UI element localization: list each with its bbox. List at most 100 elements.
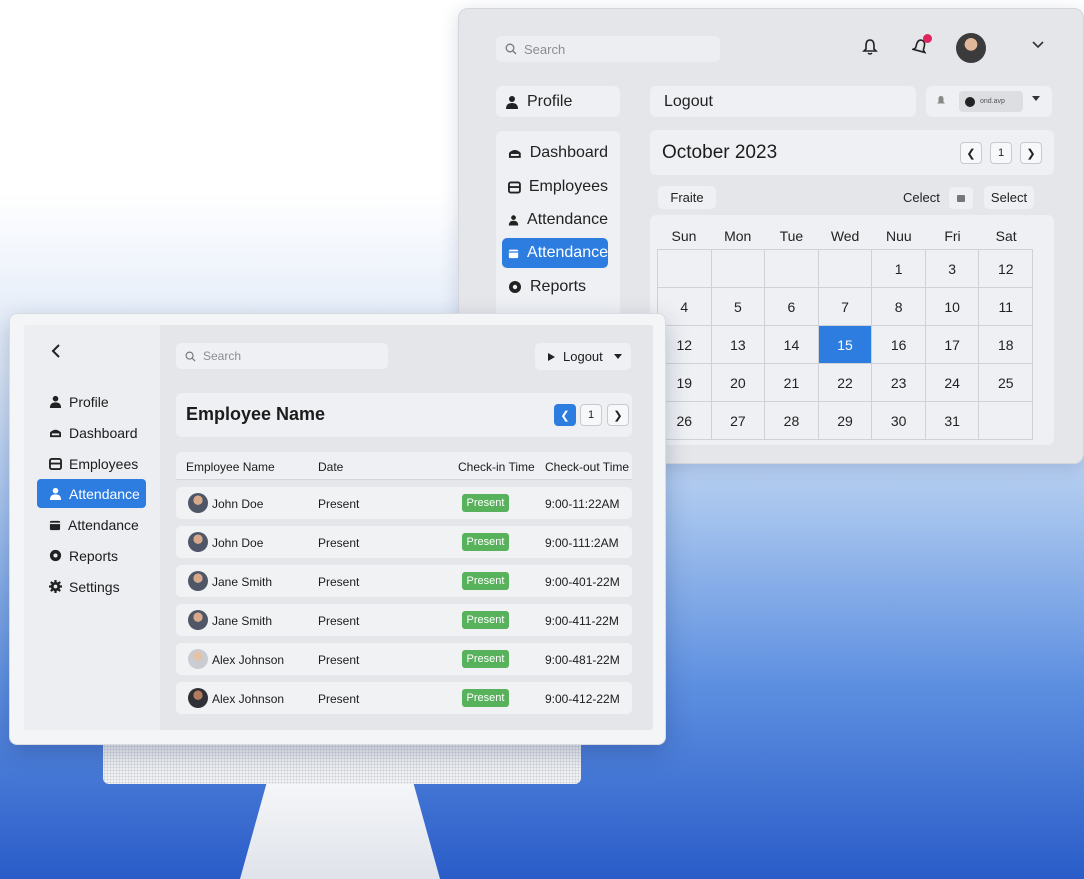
avatar	[188, 649, 208, 669]
prev-page-button[interactable]: ❮	[554, 404, 576, 426]
page-number[interactable]: 1	[580, 404, 602, 426]
sidebar-item-label: Dashboard	[529, 144, 608, 161]
calendar-day[interactable]: 8	[872, 288, 926, 326]
calendar-day[interactable]: 12	[979, 250, 1034, 288]
calendar-day[interactable]: 26	[658, 402, 712, 440]
calendar-day[interactable]: 15	[818, 326, 873, 364]
bell-icon[interactable]	[862, 38, 878, 56]
calendar-day[interactable]: 1	[872, 250, 926, 288]
calendar-day[interactable]: 11	[979, 288, 1034, 326]
user-menu[interactable]: ond.avp	[926, 86, 1052, 117]
calendar-day[interactable]: 16	[872, 326, 926, 364]
weekday-header: Wed	[830, 228, 860, 244]
calendar-day[interactable]: 29	[818, 402, 873, 440]
calendar-day[interactable]: 28	[765, 402, 819, 440]
calendar-day[interactable]: 4	[658, 288, 712, 326]
sidebar-item-profile[interactable]: Profile	[37, 387, 146, 416]
search-input[interactable]: Search	[176, 343, 388, 369]
table-row[interactable]: John Doe Present Present 9:00-11:22AM	[176, 487, 632, 519]
calendar-day[interactable]: 25	[979, 364, 1034, 402]
calendar-day[interactable]: 24	[925, 364, 980, 402]
user-icon	[508, 215, 519, 226]
sidebar-item-reports[interactable]: Reports	[502, 272, 608, 302]
calendar-day[interactable]: 17	[925, 326, 980, 364]
fraite-button[interactable]: Fraite	[658, 186, 716, 209]
calendar-week: 4 5 6 7 8 10 11	[658, 288, 1034, 326]
employee-name: Jane Smith	[212, 575, 273, 589]
table-row[interactable]: Jane Smith Present Present 9:00-411-22M	[176, 604, 632, 636]
date-value: Present	[318, 614, 360, 628]
calendar-day[interactable]: 12	[658, 326, 712, 364]
weekday-header: Mon	[724, 228, 752, 244]
column-header[interactable]: Employee Name	[186, 460, 275, 474]
user-avatar[interactable]	[956, 33, 986, 63]
sidebar-item-label: Employees	[528, 178, 608, 195]
calendar-day[interactable]: 18	[979, 326, 1034, 364]
table-row[interactable]: Jane Smith Present Present 9:00-401-22M	[176, 565, 632, 597]
calendar-empty-cell	[658, 250, 712, 288]
weekday-header: Sun	[671, 228, 697, 244]
table-row[interactable]: Alex Johnson Present Present 9:00-412-22M	[176, 682, 632, 714]
logout-button[interactable]: Logout	[535, 343, 631, 370]
calendar-day[interactable]: 23	[872, 364, 926, 402]
calendar-day[interactable]: 31	[925, 402, 980, 440]
calendar-day[interactable]: 14	[765, 326, 819, 364]
sidebar-item-employees[interactable]: Employees	[37, 449, 146, 478]
employee-name: Jane Smith	[212, 614, 273, 628]
sidebar-item-attendance[interactable]: Attendance	[502, 205, 608, 235]
sidebar-item-dashboard[interactable]: Dashboard	[37, 418, 146, 447]
date-value: Present	[318, 497, 360, 511]
column-header[interactable]: Check-in Time	[458, 460, 535, 474]
calendar-day[interactable]: 10	[925, 288, 980, 326]
profile-button[interactable]: Profile	[496, 86, 620, 117]
calendar-toggle-icon[interactable]	[949, 187, 973, 209]
date-value: Present	[318, 692, 360, 706]
table-header: Employee Name Date Check-in Time Check-o…	[176, 452, 632, 480]
sidebar-item-label: Attendance	[69, 485, 140, 502]
weekday-header: Tue	[779, 228, 804, 244]
calendar-day[interactable]: 7	[818, 288, 873, 326]
sidebar-item-label: Dashboard	[69, 424, 138, 441]
calendar-empty-cell	[711, 250, 766, 288]
calendar-day[interactable]: 3	[925, 250, 980, 288]
prev-month-button[interactable]: ❮	[960, 142, 982, 164]
table-row[interactable]: Alex Johnson Present Present 9:00-481-22M	[176, 643, 632, 675]
sidebar-item-attendance-calendar[interactable]: Attendance	[502, 238, 608, 268]
chevron-down-icon[interactable]	[1032, 96, 1040, 101]
calendar-title: October 2023	[662, 142, 778, 163]
calendar-day[interactable]: 21	[765, 364, 819, 402]
page-number[interactable]: 1	[990, 142, 1012, 164]
sidebar-item-reports[interactable]: Reports	[37, 541, 146, 570]
calendar-day[interactable]: 20	[711, 364, 766, 402]
sidebar-item-attendance-calendar[interactable]: Attendance	[37, 510, 146, 539]
next-page-button[interactable]: ❯	[607, 404, 629, 426]
calendar-day[interactable]: 27	[711, 402, 766, 440]
sidebar-item-attendance[interactable]: Attendance	[37, 479, 146, 508]
column-header[interactable]: Date	[318, 460, 343, 474]
select-button[interactable]: Select	[984, 186, 1034, 209]
search-input[interactable]: Search	[496, 36, 720, 62]
calendar-day[interactable]: 19	[658, 364, 712, 402]
sidebar-item-label: Attendance	[68, 516, 139, 533]
calendar-day[interactable]: 30	[872, 402, 926, 440]
user-chip[interactable]: ond.avp	[959, 91, 1023, 112]
column-header[interactable]: Check-out Time	[545, 460, 629, 474]
back-arrow-icon[interactable]	[51, 344, 61, 358]
calendar-day[interactable]: 22	[818, 364, 873, 402]
chevron-down-icon[interactable]	[1032, 41, 1044, 49]
calendar-icon	[508, 249, 519, 258]
sidebar-item-dashboard[interactable]: Dashboard	[502, 138, 608, 168]
logout-button[interactable]: Logout	[650, 86, 916, 117]
calendar-week: 12 13 14 15 16 17 18	[658, 326, 1034, 364]
notifications-icon[interactable]	[911, 34, 932, 61]
avatar-icon	[965, 96, 975, 107]
next-month-button[interactable]: ❯	[1020, 142, 1042, 164]
calendar-day[interactable]: 6	[765, 288, 819, 326]
notification-badge	[923, 34, 932, 43]
calendar-day[interactable]: 13	[711, 326, 766, 364]
weekday-header: Nuu	[885, 228, 912, 244]
table-row[interactable]: John Doe Present Present 9:00-111:2AM	[176, 526, 632, 558]
calendar-day[interactable]: 5	[711, 288, 766, 326]
sidebar-item-employees[interactable]: Employees	[502, 172, 608, 202]
sidebar-item-settings[interactable]: Settings	[37, 572, 146, 601]
